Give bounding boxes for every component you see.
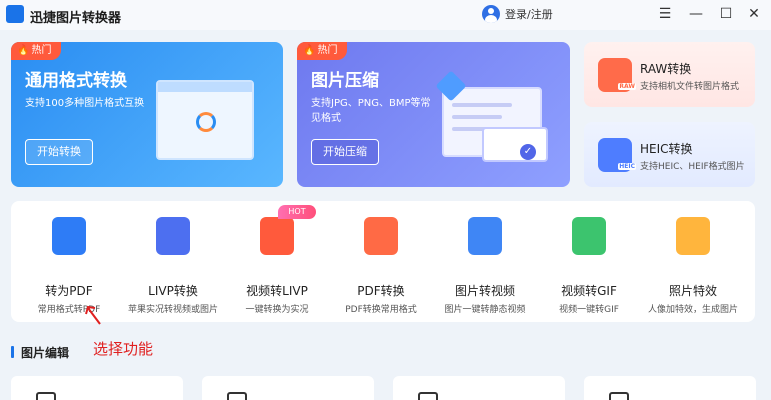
annotation-arrow-icon (85, 305, 101, 325)
app-title: 迅捷图片转换器 (30, 11, 122, 26)
hot-tag-label: 热门 (317, 45, 338, 56)
tool-name: 视频转GIF (561, 284, 617, 298)
tool-photo-effects[interactable]: 照片特效 人像加特效，生成图片 (641, 211, 745, 315)
minimize-icon[interactable]: — (688, 6, 704, 22)
heic-description: 支持HEIC、HEIF格式图片 (640, 162, 745, 172)
raw-description: 支持相机文件转图片格式 (640, 82, 740, 92)
livp-icon (156, 217, 190, 255)
start-compress-button[interactable]: 开始压缩 (311, 139, 379, 165)
flame-icon: 🔥 (17, 45, 30, 56)
tool-description: 常用格式转PDF (37, 305, 101, 315)
format-convert-card[interactable]: 🔥 热门 通用格式转换 支持100多种图片格式互换 开始转换 (11, 42, 283, 187)
sparkle-photo-icon (676, 217, 710, 255)
tool-livp-convert[interactable]: LIVP转换 苹果实况转视频或图片 (121, 211, 225, 315)
tool-video-to-livp[interactable]: 视频转LIVP 一键转换为实况 (225, 211, 329, 315)
edit-tool-card[interactable] (202, 376, 374, 400)
edit-tool-card[interactable] (393, 376, 565, 400)
heic-image-icon: HEIC (598, 138, 636, 172)
edit-tool-card[interactable] (584, 376, 756, 400)
hot-tag-label: 热门 (31, 45, 52, 56)
window-illustration-icon (156, 80, 254, 160)
section-title: 图片编辑 (21, 346, 70, 360)
tool-description: 苹果实况转视频或图片 (127, 305, 218, 315)
maximize-icon[interactable]: ☐ (718, 6, 734, 22)
tool-description: PDF转换常用格式 (345, 305, 417, 315)
heic-icon-label: HEIC (618, 163, 636, 170)
hot-badge: HOT (278, 205, 316, 219)
pdf-doc-icon (52, 217, 86, 255)
camera-icon: RAW (598, 58, 636, 92)
pdf-icon (364, 217, 398, 255)
tool-name: PDF转换 (357, 284, 405, 298)
image-video-icon (468, 217, 502, 255)
tool-image-to-video[interactable]: 图片转视频 图片一键转静态视频 (433, 211, 537, 315)
raw-title: RAW转换 (640, 62, 692, 76)
card-title: 图片压缩 (311, 71, 379, 91)
menu-icon[interactable]: ☰ (657, 6, 673, 22)
video-livp-icon (260, 217, 294, 255)
tool-description: 一键转换为实况 (245, 305, 309, 315)
avatar-icon (482, 5, 500, 23)
image-thumbnail-icon (482, 127, 548, 162)
compress-card[interactable]: 🔥 热门 图片压缩 支持JPG、PNG、BMP等常见格式 开始压缩 ✓ (297, 42, 570, 187)
tool-description: 人像加特效，生成图片 (647, 305, 738, 315)
tools-panel: 转为PDF 常用格式转PDF LIVP转换 苹果实况转视频或图片 视频转LIVP… (11, 201, 755, 322)
tool-name: 图片转视频 (454, 284, 515, 298)
login-label: 登录/注册 (505, 8, 553, 21)
frame-icon (418, 392, 438, 400)
card-description: 支持JPG、PNG、BMP等常见格式 (311, 98, 431, 124)
grid-icon (36, 392, 56, 400)
heic-convert-card[interactable]: HEIC HEIC转换 支持HEIC、HEIF格式图片 (584, 122, 755, 187)
crop-icon (227, 392, 247, 400)
close-icon[interactable]: ✕ (746, 6, 762, 22)
check-icon: ✓ (520, 144, 536, 160)
tool-name: 照片特效 (668, 284, 717, 298)
flame-icon: 🔥 (303, 45, 316, 56)
hot-tag: 🔥 热门 (297, 42, 348, 60)
gif-icon (572, 217, 606, 255)
tool-video-to-gif[interactable]: 视频转GIF 视频一键转GIF (537, 211, 641, 315)
hot-tag: 🔥 热门 (11, 42, 62, 60)
tool-description: 视频一键转GIF (559, 305, 619, 315)
start-convert-button[interactable]: 开始转换 (25, 139, 93, 165)
image-icon (609, 392, 629, 400)
refresh-icon (196, 112, 216, 132)
tool-name: LIVP转换 (148, 284, 198, 298)
card-title: 通用格式转换 (25, 71, 127, 91)
raw-icon-label: RAW (618, 83, 636, 90)
tool-pdf-convert[interactable]: PDF转换 PDF转换常用格式 (329, 211, 433, 315)
annotation-text: 选择功能 (93, 340, 154, 358)
tool-name: 转为PDF (45, 284, 93, 298)
card-description: 支持100多种图片格式互换 (25, 98, 145, 109)
tool-description: 图片一键转静态视频 (444, 305, 526, 315)
edit-tool-card[interactable] (11, 376, 183, 400)
app-logo-icon (6, 5, 24, 23)
title-bar: 迅捷图片转换器 登录/注册 ☰ — ☐ ✕ (0, 0, 771, 30)
tool-name: 视频转LIVP (246, 284, 308, 298)
section-accent (11, 346, 14, 358)
tool-to-pdf[interactable]: 转为PDF 常用格式转PDF (17, 211, 121, 315)
raw-convert-card[interactable]: RAW RAW转换 支持相机文件转图片格式 (584, 42, 755, 107)
login-button[interactable]: 登录/注册 (482, 5, 553, 23)
heic-title: HEIC转换 (640, 142, 693, 156)
